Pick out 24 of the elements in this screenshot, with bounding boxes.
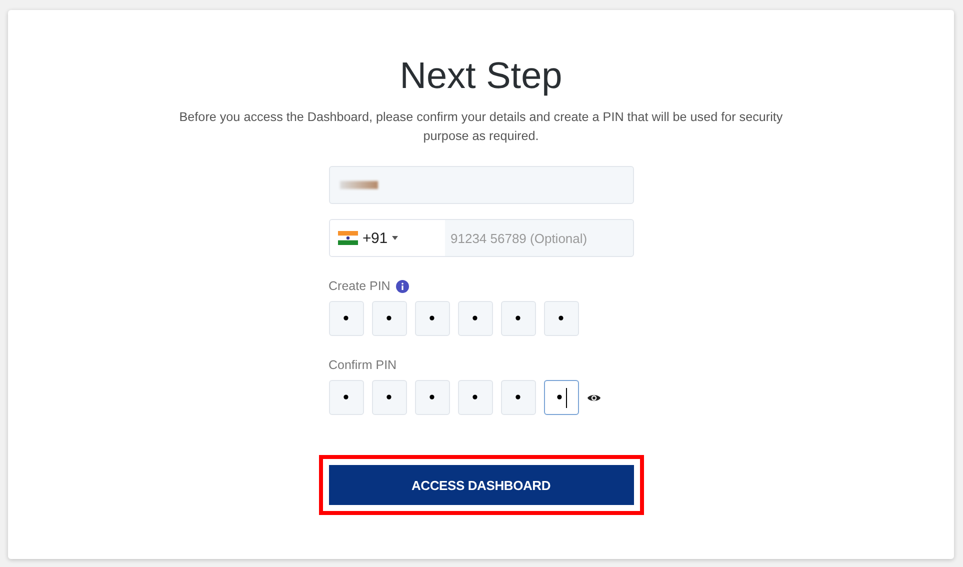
- pin-input[interactable]: •: [414, 301, 450, 336]
- description: Before you access the Dashboard, please confirm your details and create a PIN that will be used for security purpose as required.: [178, 109, 784, 145]
- pin-label: Create PIN: [328, 279, 390, 293]
- pin-input[interactable]: •: [544, 380, 578, 415]
- flag-icon: [338, 231, 358, 245]
- pin-input[interactable]: •: [372, 380, 406, 415]
- pin-input[interactable]: •: [544, 301, 578, 336]
- pin-input[interactable]: •: [328, 301, 364, 336]
- pin-input[interactable]: •: [458, 301, 492, 336]
- pin-input[interactable]: •: [414, 380, 450, 415]
- pin-input[interactable]: •: [500, 301, 536, 336]
- pin-input[interactable]: •: [372, 301, 406, 336]
- name-field[interactable]: [328, 166, 634, 204]
- info-icon[interactable]: [396, 280, 410, 292]
- pin-input[interactable]: •: [458, 380, 492, 415]
- page-title: Next Step: [400, 54, 562, 98]
- pin-label: Confirm PIN: [328, 358, 397, 372]
- eye-icon[interactable]: [586, 392, 600, 402]
- access-dashboard-button[interactable]: ACCESS DASHBOARD: [328, 465, 634, 505]
- caret-icon: [392, 236, 398, 240]
- phone-field[interactable]: +91 91234 56789 (Optional): [328, 219, 634, 257]
- pin-input[interactable]: •: [328, 380, 364, 415]
- pin-input[interactable]: •: [500, 380, 536, 415]
- country-code-selector[interactable]: +91: [330, 220, 444, 256]
